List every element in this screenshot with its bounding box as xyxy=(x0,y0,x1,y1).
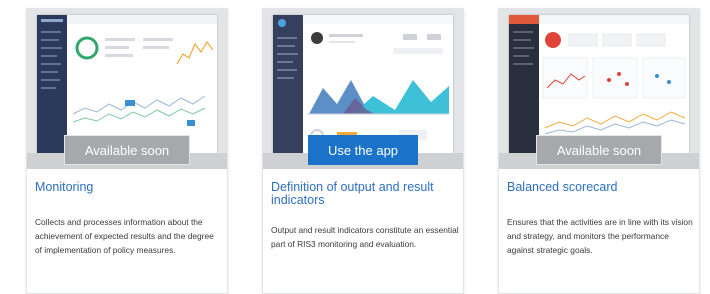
preview-sidebar xyxy=(37,15,67,153)
preview-sidebar xyxy=(509,15,539,153)
app-card-indicators: Use the app Definition of output and res… xyxy=(262,8,464,294)
preview-charts xyxy=(542,32,686,135)
app-card-balanced-scorecard: Available soon Balanced scorecard Ensure… xyxy=(498,8,700,294)
dashboard-screenshot xyxy=(509,15,689,153)
card-description: Ensures that the activities are in line … xyxy=(507,217,693,255)
preview-sidebar xyxy=(273,15,303,153)
dashboard-screenshot xyxy=(273,15,453,153)
available-soon-button: Available soon xyxy=(64,135,190,165)
available-soon-button: Available soon xyxy=(536,135,662,165)
card-description: Output and result indicators constitute … xyxy=(271,225,459,249)
preview-charts xyxy=(307,32,449,143)
card-title[interactable]: Balanced scorecard xyxy=(507,181,695,194)
preview-charts xyxy=(72,36,214,126)
dashboard-screenshot xyxy=(37,15,217,153)
card-description: Collects and processes information about… xyxy=(35,217,214,255)
app-card-monitoring: Available soon Monitoring Collects and p… xyxy=(26,8,228,294)
card-title[interactable]: Monitoring xyxy=(35,181,223,194)
use-the-app-button[interactable]: Use the app xyxy=(308,135,418,165)
card-title[interactable]: Definition of output and result indicato… xyxy=(271,181,459,207)
